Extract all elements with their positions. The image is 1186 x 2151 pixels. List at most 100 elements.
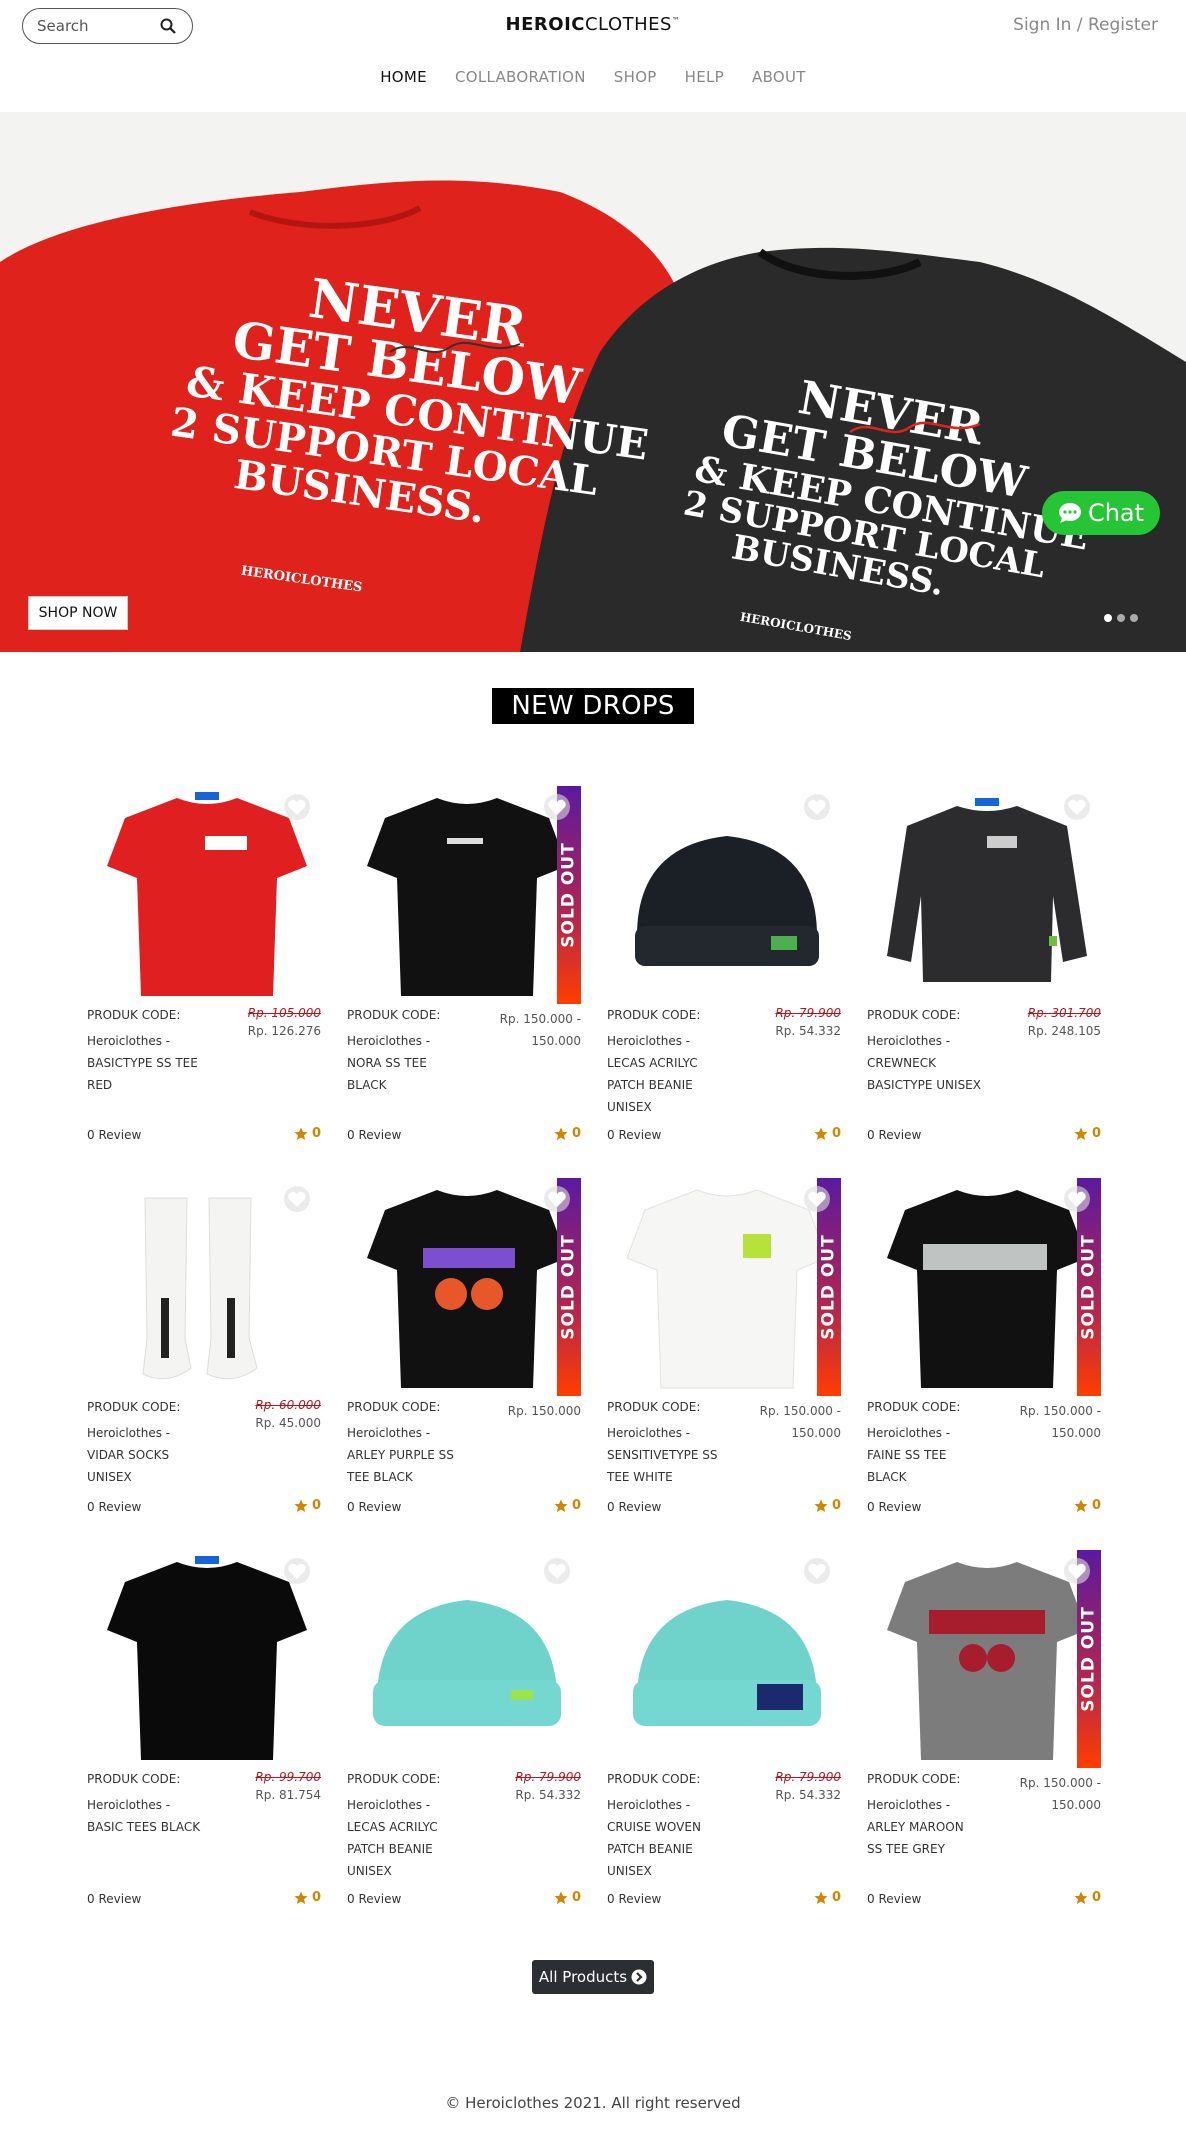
product-review-count[interactable]: 0 Review bbox=[347, 1500, 401, 1514]
product-card[interactable]: SOLD OUT PRODUK CODE: Heroiclothes - NORA S… bbox=[347, 786, 587, 1146]
product-review-count[interactable]: 0 Review bbox=[607, 1892, 661, 1906]
product-review-count[interactable]: 0 Review bbox=[867, 1128, 921, 1142]
product-rating: 0 bbox=[1074, 1498, 1101, 1513]
wishlist-heart-icon[interactable] bbox=[283, 1558, 311, 1584]
product-code-label: PRODUK CODE: bbox=[87, 1772, 181, 1786]
product-rating: 0 bbox=[294, 1498, 321, 1513]
main-nav: HOME COLLABORATION SHOP HELP ABOUT bbox=[0, 68, 1186, 86]
nav-collaboration[interactable]: COLLABORATION bbox=[455, 68, 586, 86]
all-products-label: All Products bbox=[538, 1968, 628, 1986]
product-name-line: Heroiclothes - bbox=[607, 1426, 691, 1440]
product-name[interactable]: Heroiclothes - LECAS ACRILYC PATCH BEANIE U… bbox=[607, 1030, 727, 1118]
product-card[interactable]: PRODUK CODE: Heroiclothes - BASIC TEES BLA… bbox=[87, 1550, 327, 1910]
product-review-count[interactable]: 0 Review bbox=[87, 1892, 141, 1906]
star-icon bbox=[814, 1891, 828, 1904]
product-card[interactable]: PRODUK CODE: Heroiclothes - CREWNECK BASICT… bbox=[867, 786, 1107, 1146]
product-code-label: PRODUK CODE: bbox=[607, 1008, 701, 1022]
product-card[interactable]: PRODUK CODE: Heroiclothes - LECAS ACRILYC P… bbox=[607, 786, 847, 1146]
product-card[interactable]: SOLD OUT PRODUK CODE: Heroiclothes - FAINE … bbox=[867, 1178, 1107, 1538]
wishlist-heart-icon[interactable] bbox=[1063, 794, 1091, 820]
all-products-button[interactable]: All Products bbox=[532, 1960, 654, 1994]
carousel-dot-1[interactable] bbox=[1104, 614, 1112, 622]
nav-home[interactable]: HOME bbox=[380, 68, 427, 86]
product-card[interactable]: PRODUK CODE: Heroiclothes - BASICTYPE SS T… bbox=[87, 786, 327, 1146]
product-price-line: 150.000 bbox=[531, 1034, 581, 1048]
product-card[interactable]: PRODUK CODE: Heroiclothes - LECAS ACRILYC P… bbox=[347, 1550, 587, 1910]
wishlist-heart-icon[interactable] bbox=[1063, 1558, 1091, 1584]
product-card[interactable]: PRODUK CODE: Heroiclothes - VIDAR SOCKS UNI… bbox=[87, 1178, 327, 1538]
product-code-label: PRODUK CODE: bbox=[87, 1008, 181, 1022]
wishlist-heart-icon[interactable] bbox=[543, 1186, 571, 1212]
product-card[interactable]: PRODUK CODE: Heroiclothes - CRUISE WOVEN PA… bbox=[607, 1550, 847, 1910]
nav-help[interactable]: HELP bbox=[685, 68, 724, 86]
product-review-count[interactable]: 0 Review bbox=[87, 1128, 141, 1142]
product-review-count[interactable]: 0 Review bbox=[607, 1500, 661, 1514]
product-rating-value: 0 bbox=[311, 1126, 321, 1141]
product-name[interactable]: Heroiclothes - BASIC TEES BLACK bbox=[87, 1794, 207, 1838]
carousel-dot-2[interactable] bbox=[1117, 614, 1125, 622]
register-link[interactable]: Register bbox=[1088, 15, 1158, 35]
wishlist-heart-icon[interactable] bbox=[803, 1558, 831, 1584]
carousel-dot-3[interactable] bbox=[1130, 614, 1138, 622]
product-rating-value: 0 bbox=[831, 1126, 841, 1141]
product-name[interactable]: Heroiclothes - CRUISE WOVEN PATCH BEANIE UN… bbox=[607, 1794, 727, 1882]
product-rating: 0 bbox=[1074, 1126, 1101, 1141]
product-name-line: ARLEY MAROON bbox=[867, 1820, 964, 1834]
product-name[interactable]: Heroiclothes - SENSITIVETYPE SS TEE WHITE bbox=[607, 1422, 727, 1488]
product-name[interactable]: Heroiclothes - CREWNECK BASICTYPE UNISEX bbox=[867, 1030, 987, 1096]
product-card[interactable]: SOLD OUT PRODUK CODE: Heroiclothes - ARLEY … bbox=[867, 1550, 1107, 1910]
product-rating-value: 0 bbox=[571, 1126, 581, 1141]
product-card[interactable]: SOLD OUT PRODUK CODE: Heroiclothes - SENSIT… bbox=[607, 1178, 847, 1538]
wishlist-heart-icon[interactable] bbox=[283, 1186, 311, 1212]
product-name-line: SS TEE GREY bbox=[867, 1842, 945, 1856]
product-price-line: 150.000 bbox=[1051, 1426, 1101, 1440]
site-header: HEROICCLOTHES™ Sign In / Register HOME C… bbox=[0, 0, 1186, 110]
shop-now-button[interactable]: SHOP NOW bbox=[28, 596, 128, 630]
product-name-line: FAINE SS TEE bbox=[867, 1448, 947, 1462]
product-price: Rp. 150.000 - 150.000 bbox=[1001, 1400, 1101, 1444]
star-icon bbox=[554, 1891, 568, 1904]
product-name-line: UNISEX bbox=[607, 1864, 652, 1878]
product-review-count[interactable]: 0 Review bbox=[347, 1892, 401, 1906]
nav-about[interactable]: ABOUT bbox=[752, 68, 806, 86]
wishlist-heart-icon[interactable] bbox=[803, 1186, 831, 1212]
product-card[interactable]: SOLD OUT PRODUK CODE: Heroiclothes - ARLEY … bbox=[347, 1178, 587, 1538]
product-price: Rp. 150.000 - 150.000 bbox=[481, 1008, 581, 1052]
product-name[interactable]: Heroiclothes - VIDAR SOCKS UNISEX bbox=[87, 1422, 207, 1488]
sign-in-link[interactable]: Sign In bbox=[1013, 15, 1071, 35]
auth-separator: / bbox=[1071, 15, 1088, 35]
product-code-label: PRODUK CODE: bbox=[347, 1400, 441, 1414]
wishlist-heart-icon[interactable] bbox=[1063, 1186, 1091, 1212]
product-code-label: PRODUK CODE: bbox=[867, 1008, 961, 1022]
product-price-sale: Rp. 54.332 bbox=[775, 1024, 841, 1038]
product-name[interactable]: Heroiclothes - BASICTYPE SS TEE RED bbox=[87, 1030, 207, 1096]
nav-shop[interactable]: SHOP bbox=[614, 68, 657, 86]
star-icon bbox=[294, 1891, 308, 1904]
wishlist-heart-icon[interactable] bbox=[543, 1558, 571, 1584]
chat-button[interactable]: Chat bbox=[1042, 491, 1160, 535]
product-review-count[interactable]: 0 Review bbox=[347, 1128, 401, 1142]
wishlist-heart-icon[interactable] bbox=[803, 794, 831, 820]
wishlist-heart-icon[interactable] bbox=[283, 794, 311, 820]
product-name-line: Heroiclothes - bbox=[867, 1798, 951, 1812]
product-name-line: LECAS ACRILYC bbox=[607, 1056, 698, 1070]
brand-logo-light: CLOTHES bbox=[584, 14, 672, 35]
product-name[interactable]: Heroiclothes - ARLEY MAROON SS TEE GREY bbox=[867, 1794, 987, 1860]
product-name[interactable]: Heroiclothes - FAINE SS TEE BLACK bbox=[867, 1422, 987, 1488]
sold-out-label: SOLD OUT bbox=[1079, 1606, 1100, 1712]
product-review-count[interactable]: 0 Review bbox=[607, 1128, 661, 1142]
product-review-count[interactable]: 0 Review bbox=[87, 1500, 141, 1514]
product-name-line: PATCH BEANIE bbox=[607, 1078, 693, 1092]
product-review-count[interactable]: 0 Review bbox=[867, 1892, 921, 1906]
section-title-new-drops: NEW DROPS bbox=[492, 688, 694, 724]
brand-logo[interactable]: HEROICCLOTHES™ bbox=[0, 14, 1186, 35]
product-name[interactable]: Heroiclothes - NORA SS TEE BLACK bbox=[347, 1030, 467, 1096]
wishlist-heart-icon[interactable] bbox=[543, 794, 571, 820]
product-name[interactable]: Heroiclothes - ARLEY PURPLE SS TEE BLACK bbox=[347, 1422, 467, 1488]
hero-banner[interactable]: NEVER GET BELOW & KEEP CONTINUE 2 SUPPOR… bbox=[0, 112, 1186, 652]
product-price-original: Rp. 99.700 bbox=[255, 1770, 321, 1784]
product-name-line: Heroiclothes - bbox=[347, 1426, 431, 1440]
product-name[interactable]: Heroiclothes - LECAS ACRILYC PATCH BEANIE U… bbox=[347, 1794, 467, 1882]
product-review-count[interactable]: 0 Review bbox=[867, 1500, 921, 1514]
product-name-line: SENSITIVETYPE SS bbox=[607, 1448, 718, 1462]
